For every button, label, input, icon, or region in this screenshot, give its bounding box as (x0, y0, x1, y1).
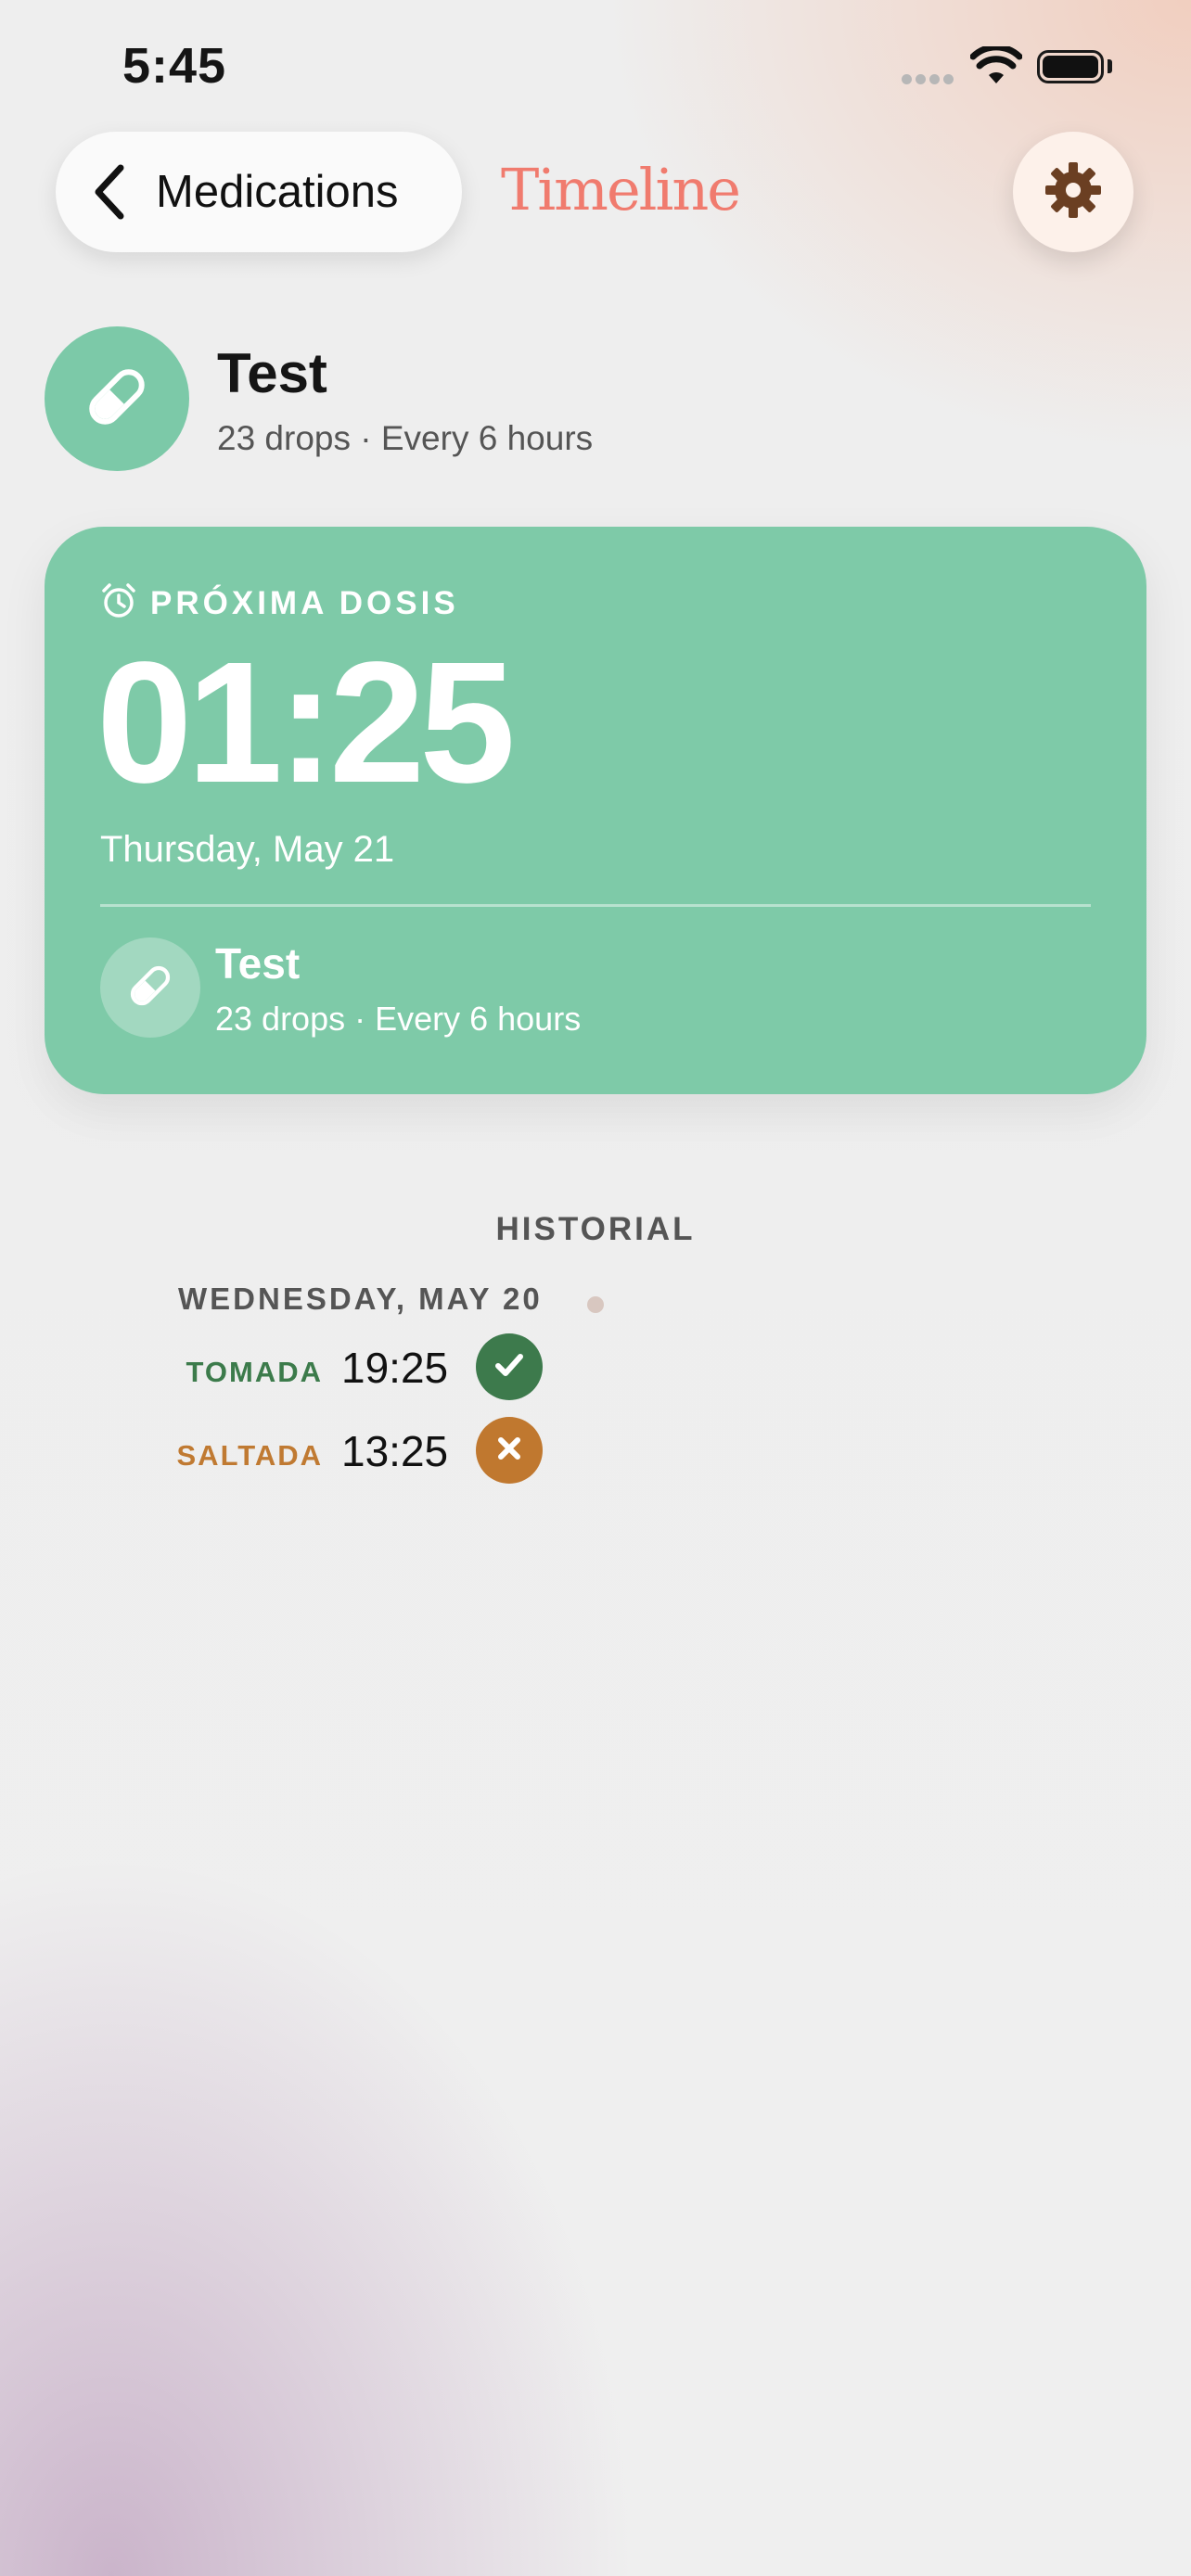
wifi-icon (969, 44, 1023, 90)
next-dose-label: PRÓXIMA DOSIS (100, 582, 459, 624)
next-dose-time: 01:25 (96, 627, 516, 819)
card-medication-name: Test (215, 939, 301, 988)
page-title: Timeline (501, 156, 741, 223)
skipped-badge (476, 1417, 543, 1484)
history-title: HISTORIAL (495, 1211, 696, 1247)
card-medication-detail: 23 drops · Every 6 hours (215, 1000, 582, 1038)
alarm-clock-icon (100, 582, 137, 624)
medication-name: Test (217, 342, 327, 404)
next-dose-date: Thursday, May 21 (100, 829, 395, 870)
pill-icon (125, 961, 175, 1015)
history-entry-status: TOMADA (186, 1356, 323, 1388)
back-button[interactable]: Medications (56, 132, 462, 252)
history-entry-time: 19:25 (341, 1344, 449, 1392)
timeline-dot (587, 1296, 604, 1313)
cellular-signal-icon (902, 72, 957, 89)
status-time: 5:45 (122, 38, 227, 94)
history-day-label: WEDNESDAY, MAY 20 (178, 1282, 543, 1316)
card-medication-avatar (100, 937, 200, 1038)
battery-cap (1108, 59, 1112, 73)
next-dose-label-text: PRÓXIMA DOSIS (150, 584, 459, 621)
card-divider (100, 904, 1091, 907)
medication-detail: 23 drops · Every 6 hours (217, 419, 594, 457)
x-icon (494, 1434, 524, 1468)
medication-avatar (45, 326, 189, 471)
battery-icon (1037, 50, 1104, 83)
pill-icon (82, 362, 152, 437)
history-entry-status: SALTADA (176, 1439, 323, 1472)
history-entry-time: 13:25 (341, 1427, 449, 1475)
taken-badge (476, 1333, 543, 1400)
settings-button[interactable] (1013, 132, 1133, 252)
check-icon (493, 1348, 526, 1386)
back-button-label: Medications (156, 167, 399, 217)
chevron-left-icon (91, 162, 135, 222)
gear-icon (1044, 160, 1103, 224)
